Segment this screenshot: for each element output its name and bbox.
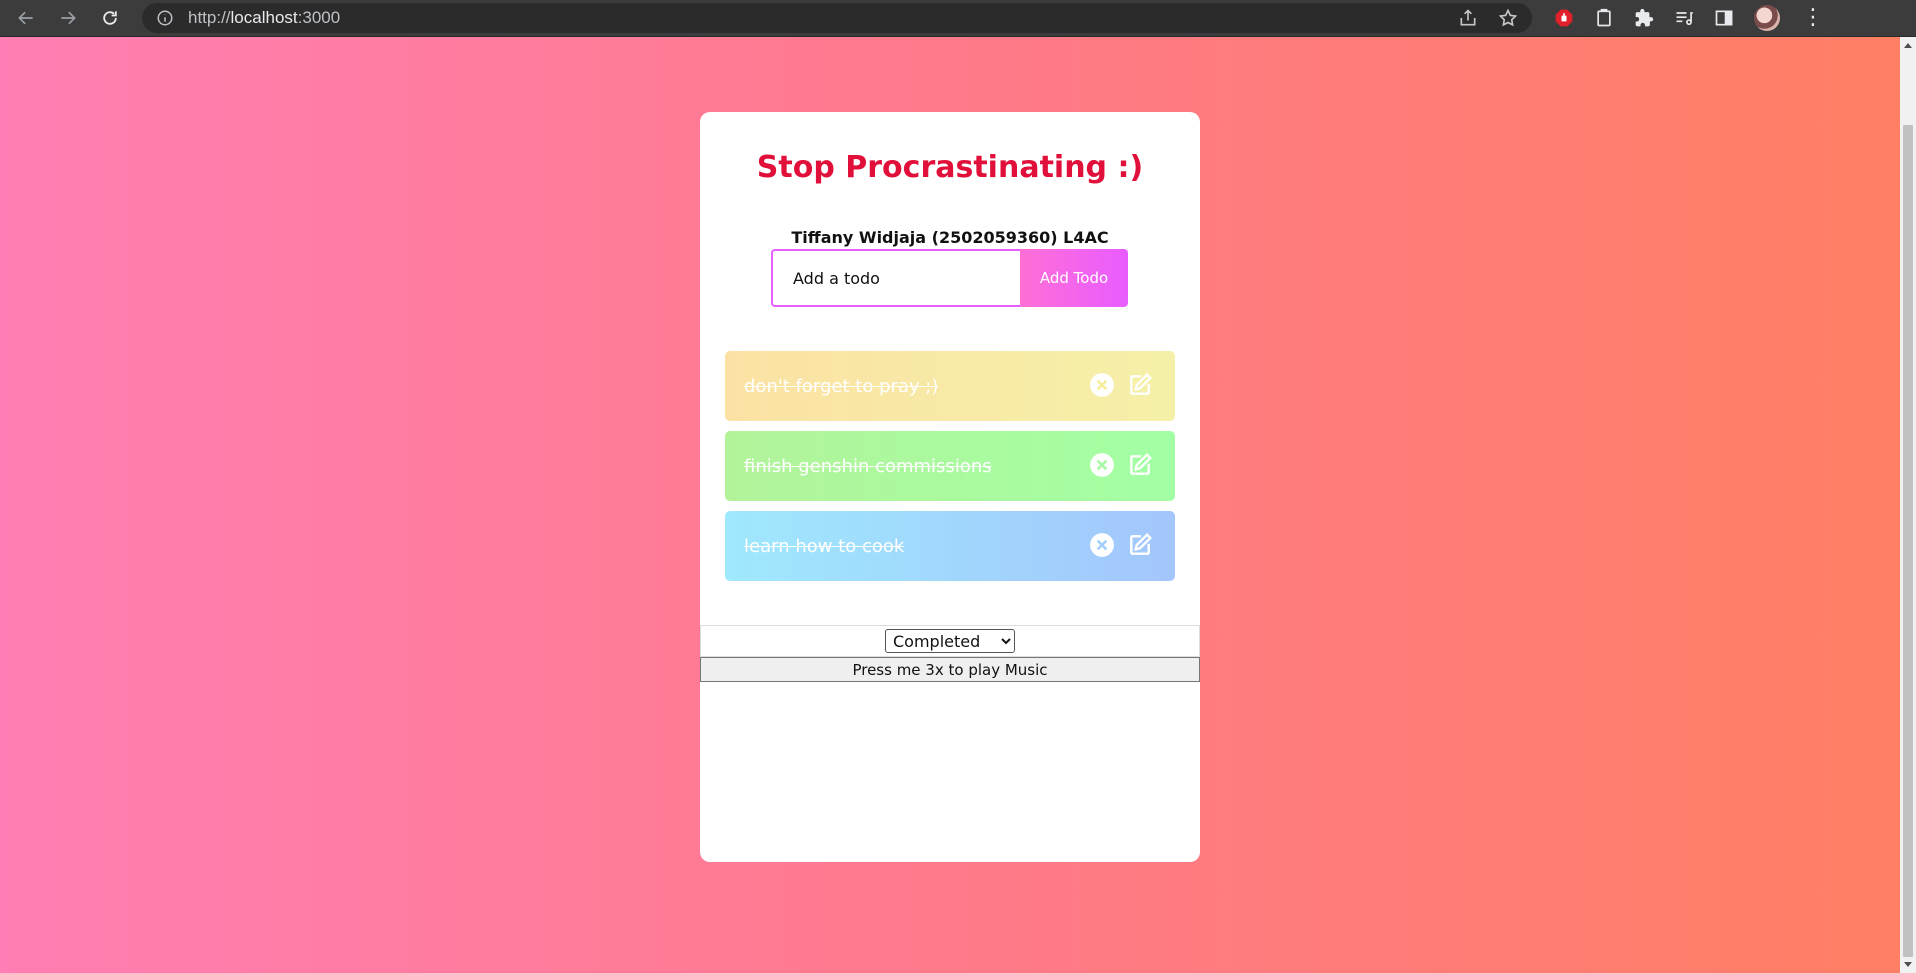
site-info-icon[interactable] xyxy=(156,9,174,27)
todo-form: Add Todo xyxy=(771,249,1128,307)
delete-circle-icon[interactable] xyxy=(1089,452,1115,478)
side-panel-icon[interactable] xyxy=(1714,8,1734,28)
todo-row[interactable]: don't forget to pray ;) xyxy=(725,351,1175,421)
todo-text: learn how to cook xyxy=(744,535,905,557)
reload-icon[interactable] xyxy=(94,2,126,34)
edit-icon[interactable] xyxy=(1127,532,1153,558)
share-icon[interactable] xyxy=(1458,8,1478,28)
filter-select[interactable]: Completed xyxy=(885,629,1015,653)
clipboard-extension-icon[interactable] xyxy=(1594,8,1614,28)
todo-text: don't forget to pray ;) xyxy=(744,375,939,397)
page-background: Stop Procrastinating :) Tiffany Widjaja … xyxy=(0,37,1900,973)
menu-kebab-icon[interactable]: ⋮ xyxy=(1802,7,1824,29)
adblock-extension-icon[interactable] xyxy=(1554,8,1574,28)
address-bar[interactable]: http://localhost:3000 xyxy=(142,3,1532,33)
filter-bar: Completed xyxy=(700,625,1200,657)
browser-toolbar: http://localhost:3000 ⋮ xyxy=(0,0,1916,37)
todo-input[interactable] xyxy=(771,249,1020,307)
bookmark-star-icon[interactable] xyxy=(1498,8,1518,28)
todo-app-card: Stop Procrastinating :) Tiffany Widjaja … xyxy=(700,112,1200,862)
extensions-puzzle-icon[interactable] xyxy=(1634,8,1654,28)
media-control-icon[interactable] xyxy=(1674,8,1694,28)
app-title: Stop Procrastinating :) xyxy=(756,150,1144,185)
delete-circle-icon[interactable] xyxy=(1089,372,1115,398)
url-text: http://localhost:3000 xyxy=(188,8,341,27)
add-todo-button[interactable]: Add Todo xyxy=(1020,249,1128,307)
todo-text: finish genshin commissions xyxy=(744,455,992,477)
todo-row[interactable]: learn how to cook xyxy=(725,511,1175,581)
edit-icon[interactable] xyxy=(1127,372,1153,398)
todo-list: don't forget to pray ;) finish genshin c… xyxy=(725,351,1175,591)
forward-icon[interactable] xyxy=(52,2,84,34)
scroll-up-arrow-icon[interactable] xyxy=(1904,43,1912,48)
delete-circle-icon[interactable] xyxy=(1089,532,1115,558)
edit-icon[interactable] xyxy=(1127,452,1153,478)
profile-avatar[interactable] xyxy=(1754,5,1780,31)
back-icon[interactable] xyxy=(10,2,42,34)
scrollbar-thumb[interactable] xyxy=(1903,125,1913,957)
author-label: Tiffany Widjaja (2502059360) L4AC xyxy=(791,228,1109,247)
scroll-down-arrow-icon[interactable] xyxy=(1904,962,1912,967)
page-scrollbar[interactable] xyxy=(1900,37,1916,973)
todo-row[interactable]: finish genshin commissions xyxy=(725,431,1175,501)
play-music-button[interactable]: Press me 3x to play Music xyxy=(700,657,1200,682)
